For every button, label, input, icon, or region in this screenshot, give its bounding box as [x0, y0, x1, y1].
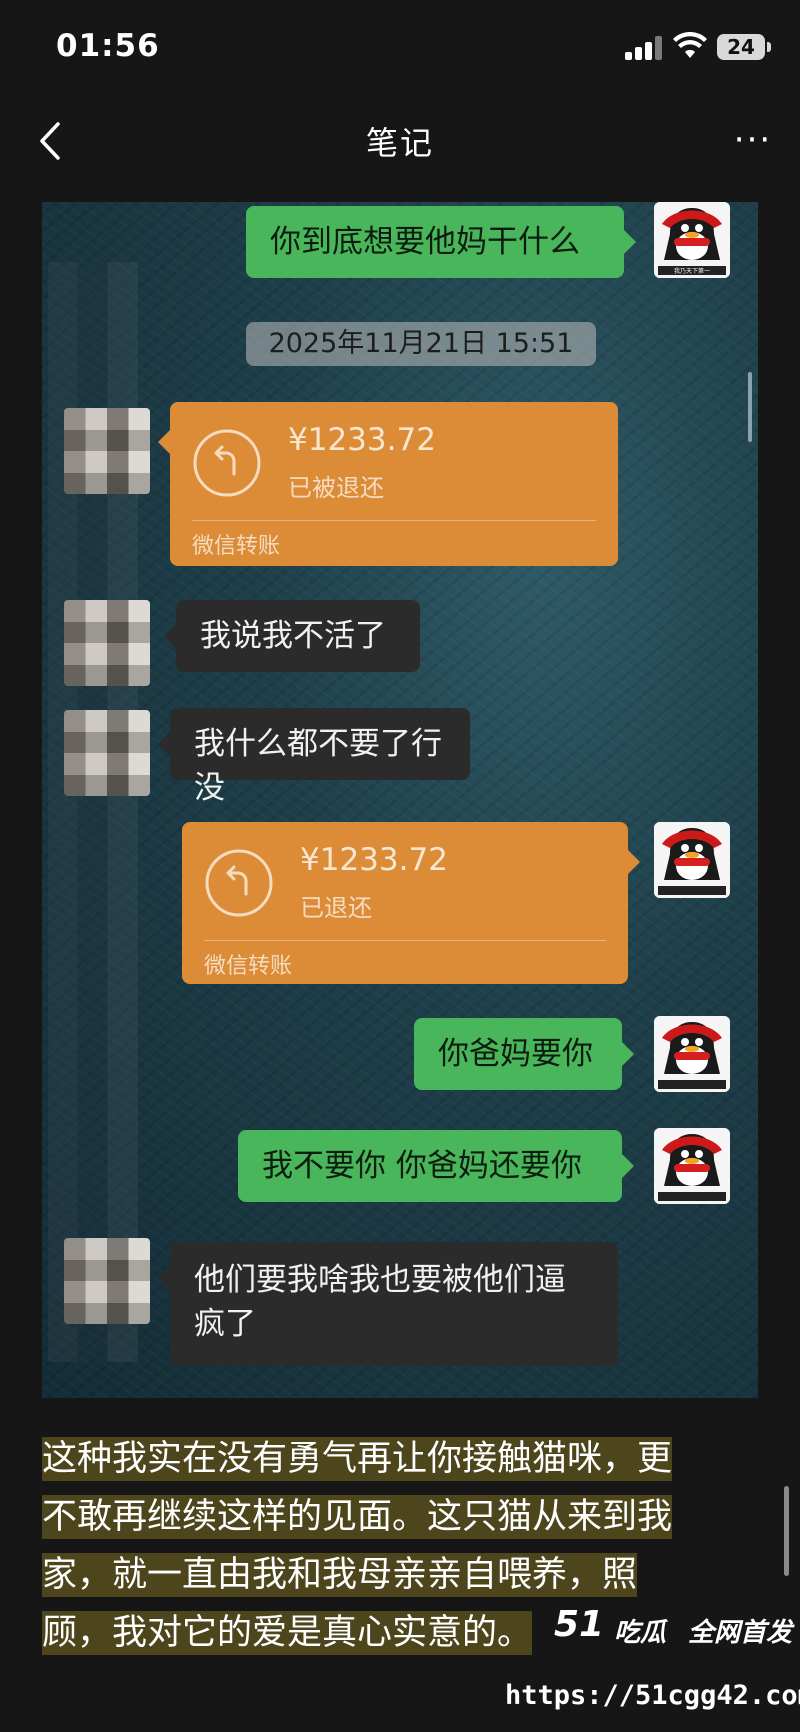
watermark-url: https://51cgg42.com — [505, 1680, 800, 1711]
avatar-pixelated — [64, 408, 150, 494]
transfer-status: 已被退还 — [288, 474, 384, 502]
avatar-pixelated — [64, 600, 150, 686]
divider — [192, 520, 596, 521]
chat-bubble-received: 我什么都不要了行没 — [158, 708, 470, 806]
watermark-brand: 51 — [554, 1604, 605, 1645]
avatar-penguin-icon — [654, 822, 730, 898]
caption-line: 不敢再继续这样的见面。这只猫从来到我 — [42, 1495, 673, 1539]
refund-arrow-icon — [193, 429, 261, 497]
watermark-tagline: 全网首发 — [688, 1618, 793, 1648]
transfer-card[interactable]: ¥1233.72 已被退还 微信转账 — [158, 402, 618, 566]
avatar-caption: 我乃天下第一 — [674, 267, 710, 275]
battery-icon: 24 — [717, 34, 771, 60]
cellular-signal-icon — [625, 36, 665, 60]
chat-timestamp: 2025年11月21日 15:51 — [246, 322, 596, 366]
transfer-label: 微信转账 — [192, 534, 281, 559]
page-title: 笔记 — [365, 124, 434, 162]
avatar-pixelated — [64, 1238, 150, 1324]
more-options-icon[interactable]: ··· — [728, 120, 778, 160]
transfer-status: 已退还 — [300, 894, 372, 922]
divider — [204, 940, 606, 941]
caption-line: 这种我实在没有勇气再让你接触猫咪，更 — [42, 1437, 673, 1481]
avatar-penguin-icon — [654, 1128, 730, 1204]
message-text: 他们要我啥我也要被他们逼疯了 — [194, 1262, 566, 1342]
nav-bar: 笔记 ··· — [0, 100, 800, 190]
status-time: 01:56 — [56, 28, 160, 64]
message-text: 你爸妈要你 — [438, 1036, 593, 1072]
transfer-label: 微信转账 — [204, 954, 293, 979]
status-bar: 01:56 24 — [0, 0, 800, 100]
page-scrollbar[interactable] — [784, 1486, 789, 1576]
caption-line: 家，就一直由我和我母亲亲自喂养，照 — [42, 1553, 638, 1597]
message-text: 你到底想要他妈干什么 — [270, 224, 580, 260]
message-text: 我说我不活了 — [200, 618, 386, 654]
chat-screenshot-image: 你到底想要他妈干什么 我乃天下第一 2025年11月21日 15:51 ¥123… — [42, 202, 758, 1398]
chat-bubble-sent: 你到底想要他妈干什么 — [246, 206, 636, 278]
avatar-penguin-icon: 我乃天下第一 — [654, 202, 730, 278]
message-text: 我不要你 你爸妈还要你 — [262, 1148, 582, 1184]
transfer-amount: ¥1233.72 — [300, 842, 448, 878]
transfer-card[interactable]: ¥1233.72 已退还 微信转账 — [182, 822, 640, 984]
chat-scrollbar — [748, 372, 752, 442]
avatar-pixelated — [64, 710, 150, 796]
watermark-logo: 51 吃瓜 全网首发 — [550, 1600, 798, 1672]
chat-bubble-received: 我说我不活了 — [164, 600, 420, 672]
background-texture — [42, 202, 758, 1398]
refund-arrow-icon — [205, 849, 273, 917]
avatar-penguin-icon — [654, 1016, 730, 1092]
chat-bubble-received: 他们要我啥我也要被他们逼疯了 — [158, 1242, 618, 1366]
transfer-amount: ¥1233.72 — [288, 422, 436, 458]
watermark-site-name: 吃瓜 — [614, 1618, 667, 1648]
wifi-icon — [673, 32, 707, 58]
chat-bubble-sent: 你爸妈要你 — [414, 1018, 634, 1090]
chat-bubble-sent: 我不要你 你爸妈还要你 — [238, 1130, 634, 1202]
caption-line: 顾，我对它的爱是真心实意的。 — [42, 1611, 533, 1655]
